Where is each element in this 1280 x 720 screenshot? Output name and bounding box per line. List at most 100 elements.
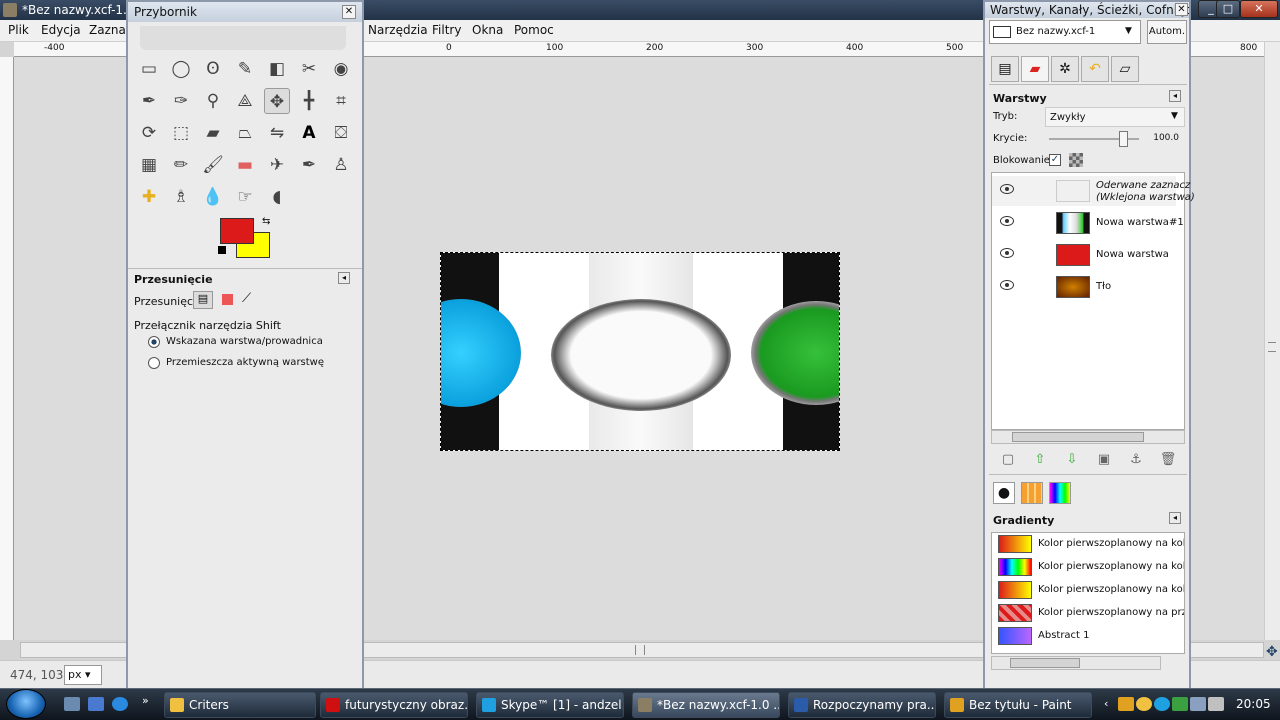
close-window-button[interactable]: ✕ — [1240, 0, 1278, 18]
blend-icon[interactable]: ▦ — [136, 152, 162, 178]
vertical-ruler[interactable] — [0, 57, 14, 640]
color-picker-icon[interactable]: ✑ — [168, 88, 194, 114]
tab-paths[interactable]: ✲ — [1051, 56, 1079, 82]
opacity-slider-handle[interactable] — [1119, 131, 1128, 147]
default-colors-icon[interactable] — [218, 246, 226, 254]
tray-icon[interactable] — [1172, 697, 1188, 711]
layer-row[interactable]: Oderwane zaznacz (Wklejona warstwa) — [992, 176, 1195, 206]
scale-icon[interactable]: ⬚ — [168, 120, 194, 146]
scroll-thumb-grip[interactable] — [1268, 342, 1276, 352]
layer-row[interactable]: Nowa warstwa#1 — [992, 208, 1184, 238]
paintbrush-icon[interactable]: 🖌 — [200, 152, 226, 178]
panel-menu-icon[interactable]: ◂ — [1169, 90, 1181, 102]
taskbar-button[interactable]: Skype™ [1] - andzel... — [476, 692, 624, 718]
eye-icon[interactable] — [1000, 216, 1014, 226]
taskbar-button[interactable]: Criters — [164, 692, 316, 718]
move-path-icon[interactable]: ⟋ — [242, 291, 251, 306]
rect-select-icon[interactable]: ▭ — [136, 56, 162, 82]
menu-narzedzia[interactable]: Narzędzia — [368, 23, 428, 37]
tab-other[interactable]: ▱ — [1111, 56, 1139, 82]
lasso-icon[interactable]: ʘ — [200, 56, 226, 82]
clone-icon[interactable]: ♙ — [328, 152, 354, 178]
gradient-item[interactable]: Kolor pierwszoplanowy na kol — [998, 579, 1184, 601]
blur-icon[interactable]: 💧 — [200, 184, 226, 210]
raise-layer-icon[interactable]: ⇧ — [1031, 452, 1049, 467]
gradients-hscrollbar[interactable] — [991, 656, 1161, 670]
pencil-icon[interactable]: ✏ — [168, 152, 194, 178]
network-icon[interactable] — [1190, 697, 1206, 711]
image-canvas[interactable] — [440, 252, 840, 451]
ink-icon[interactable]: ✒ — [296, 152, 322, 178]
layers-hscrollbar[interactable] — [991, 430, 1185, 444]
magic-wand-icon[interactable]: ✎ — [232, 56, 258, 82]
taskbar-button[interactable]: Bez tytułu - Paint — [944, 692, 1092, 718]
quicklaunch-more-icon[interactable]: » — [142, 694, 149, 707]
taskbar-button[interactable]: *Bez nazwy.xcf-1.0 ... — [632, 692, 780, 718]
smudge-icon[interactable]: ☞ — [232, 184, 258, 210]
maximize-button[interactable]: □ — [1216, 0, 1240, 18]
align-icon[interactable]: ╋ — [296, 88, 322, 114]
zoom-icon[interactable]: ⚲ — [200, 88, 226, 114]
foreground-select-icon[interactable]: ◉ — [328, 56, 354, 82]
dodge-burn-icon[interactable]: ◖ — [264, 184, 290, 210]
rotate-icon[interactable]: ⟳ — [136, 120, 162, 146]
perspective-icon[interactable]: ⏢ — [232, 120, 258, 146]
paths-icon[interactable]: ✒ — [136, 88, 162, 114]
taskbar-button[interactable]: futurystyczny obraz... — [320, 692, 468, 718]
anchor-layer-icon[interactable]: ⚓ — [1127, 452, 1145, 467]
menu-okna[interactable]: Okna — [472, 23, 503, 37]
eraser-icon[interactable]: ▬ — [232, 152, 258, 178]
tray-icon[interactable] — [1118, 697, 1134, 711]
tab-layers[interactable]: ▤ — [991, 56, 1019, 82]
gradient-item[interactable]: Abstract 1 — [998, 625, 1168, 647]
ellipse-select-icon[interactable]: ◯ — [168, 56, 194, 82]
dock-close-button[interactable]: ✕ — [1175, 3, 1188, 16]
switch-windows-icon[interactable] — [88, 697, 104, 711]
tab-patterns[interactable] — [1021, 482, 1043, 504]
radio-pick-layer[interactable] — [148, 336, 160, 348]
scroll-thumb[interactable] — [1012, 432, 1144, 442]
foreground-color-swatch[interactable] — [220, 218, 254, 244]
layer-row[interactable]: Nowa warstwa — [992, 240, 1176, 270]
tab-gradients[interactable] — [1049, 482, 1071, 504]
text-icon[interactable]: A — [296, 120, 322, 146]
eye-icon[interactable] — [1000, 280, 1014, 290]
skype-tray-icon[interactable] — [1154, 697, 1170, 711]
swap-colors-icon[interactable]: ⇆ — [262, 216, 270, 227]
menu-plik[interactable]: Plik — [8, 23, 29, 37]
opacity-value[interactable]: 100.0 — [1145, 133, 1179, 143]
color-select-icon[interactable]: ◧ — [264, 56, 290, 82]
lower-layer-icon[interactable]: ⇩ — [1063, 452, 1081, 467]
clock[interactable]: 20:05 — [1236, 697, 1271, 711]
perspective-clone-icon[interactable]: ♗ — [168, 184, 194, 210]
menu-pomoc[interactable]: Pomoc — [514, 23, 554, 37]
chevron-down-icon[interactable]: ▼ — [1125, 26, 1132, 36]
opacity-slider[interactable] — [1049, 131, 1139, 147]
new-layer-icon[interactable]: ▢ — [999, 452, 1017, 467]
scroll-thumb[interactable] — [1010, 658, 1080, 668]
tray-expand-icon[interactable]: ‹ — [1104, 697, 1108, 710]
delete-layer-icon[interactable]: 🗑 — [1159, 452, 1177, 467]
lock-pixels-checkbox[interactable]: ✓ — [1049, 154, 1061, 166]
chevron-down-icon[interactable]: ▼ — [1171, 111, 1178, 121]
toolbox-title-bar[interactable]: Przybornik — [128, 2, 362, 22]
shear-icon[interactable]: ▰ — [200, 120, 226, 146]
start-button[interactable] — [6, 689, 46, 719]
dock-title-bar[interactable]: Warstwy, Kanały, Ścieżki, Cofnięc... — [985, 2, 1189, 18]
panel-menu-icon[interactable]: ◂ — [338, 272, 350, 284]
move-layer-icon[interactable]: ▤ — [193, 291, 213, 309]
lock-alpha-icon[interactable] — [1069, 153, 1083, 167]
navigate-icon[interactable]: ✥ — [1266, 644, 1278, 660]
airbrush-icon[interactable]: ✈ — [264, 152, 290, 178]
volume-icon[interactable] — [1208, 697, 1224, 711]
scroll-thumb-grip[interactable] — [635, 645, 645, 655]
radio-active-layer[interactable] — [148, 357, 160, 369]
bucket-fill-icon[interactable]: ⛋ — [328, 120, 354, 146]
auto-button[interactable]: Autom. — [1147, 20, 1187, 44]
show-desktop-icon[interactable] — [64, 697, 80, 711]
tray-icon[interactable] — [1136, 697, 1152, 711]
image-select[interactable]: Bez nazwy.xcf-1 — [989, 20, 1141, 44]
layer-row[interactable]: Tło — [992, 272, 1176, 302]
mode-select[interactable]: Zwykły — [1045, 107, 1185, 127]
move-selection-icon[interactable] — [222, 294, 233, 305]
